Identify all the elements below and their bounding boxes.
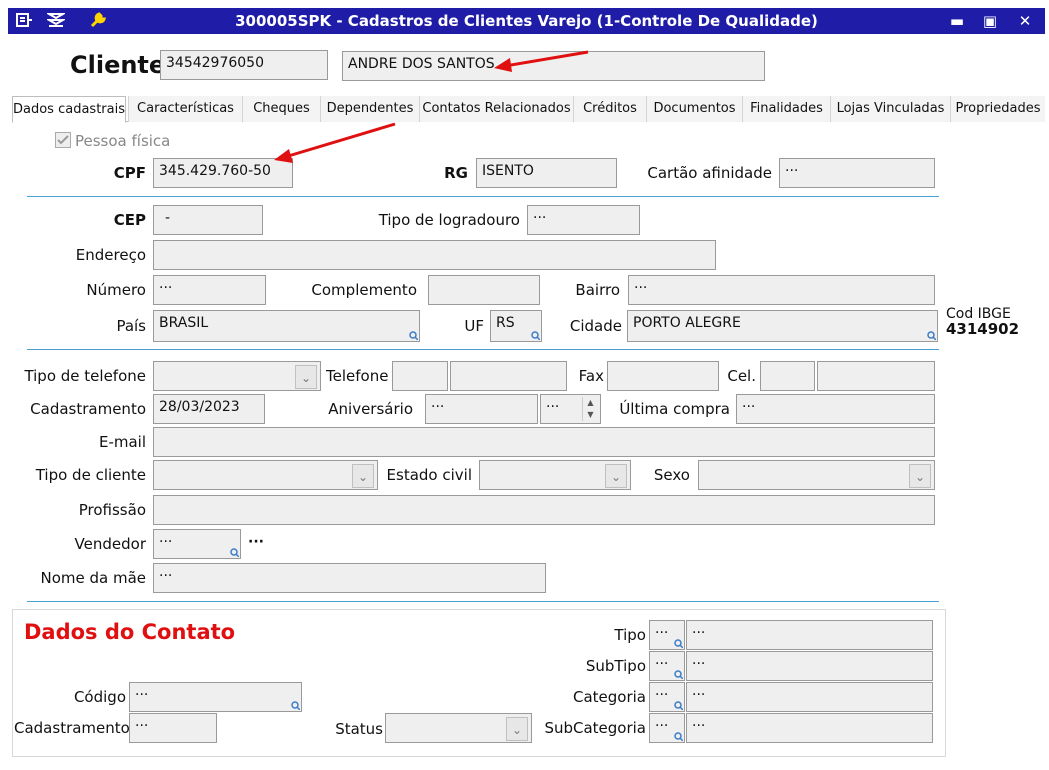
annotation-arrows	[274, 50, 589, 163]
arrow-to-cpf	[274, 122, 396, 163]
arrow-to-name	[494, 50, 589, 72]
